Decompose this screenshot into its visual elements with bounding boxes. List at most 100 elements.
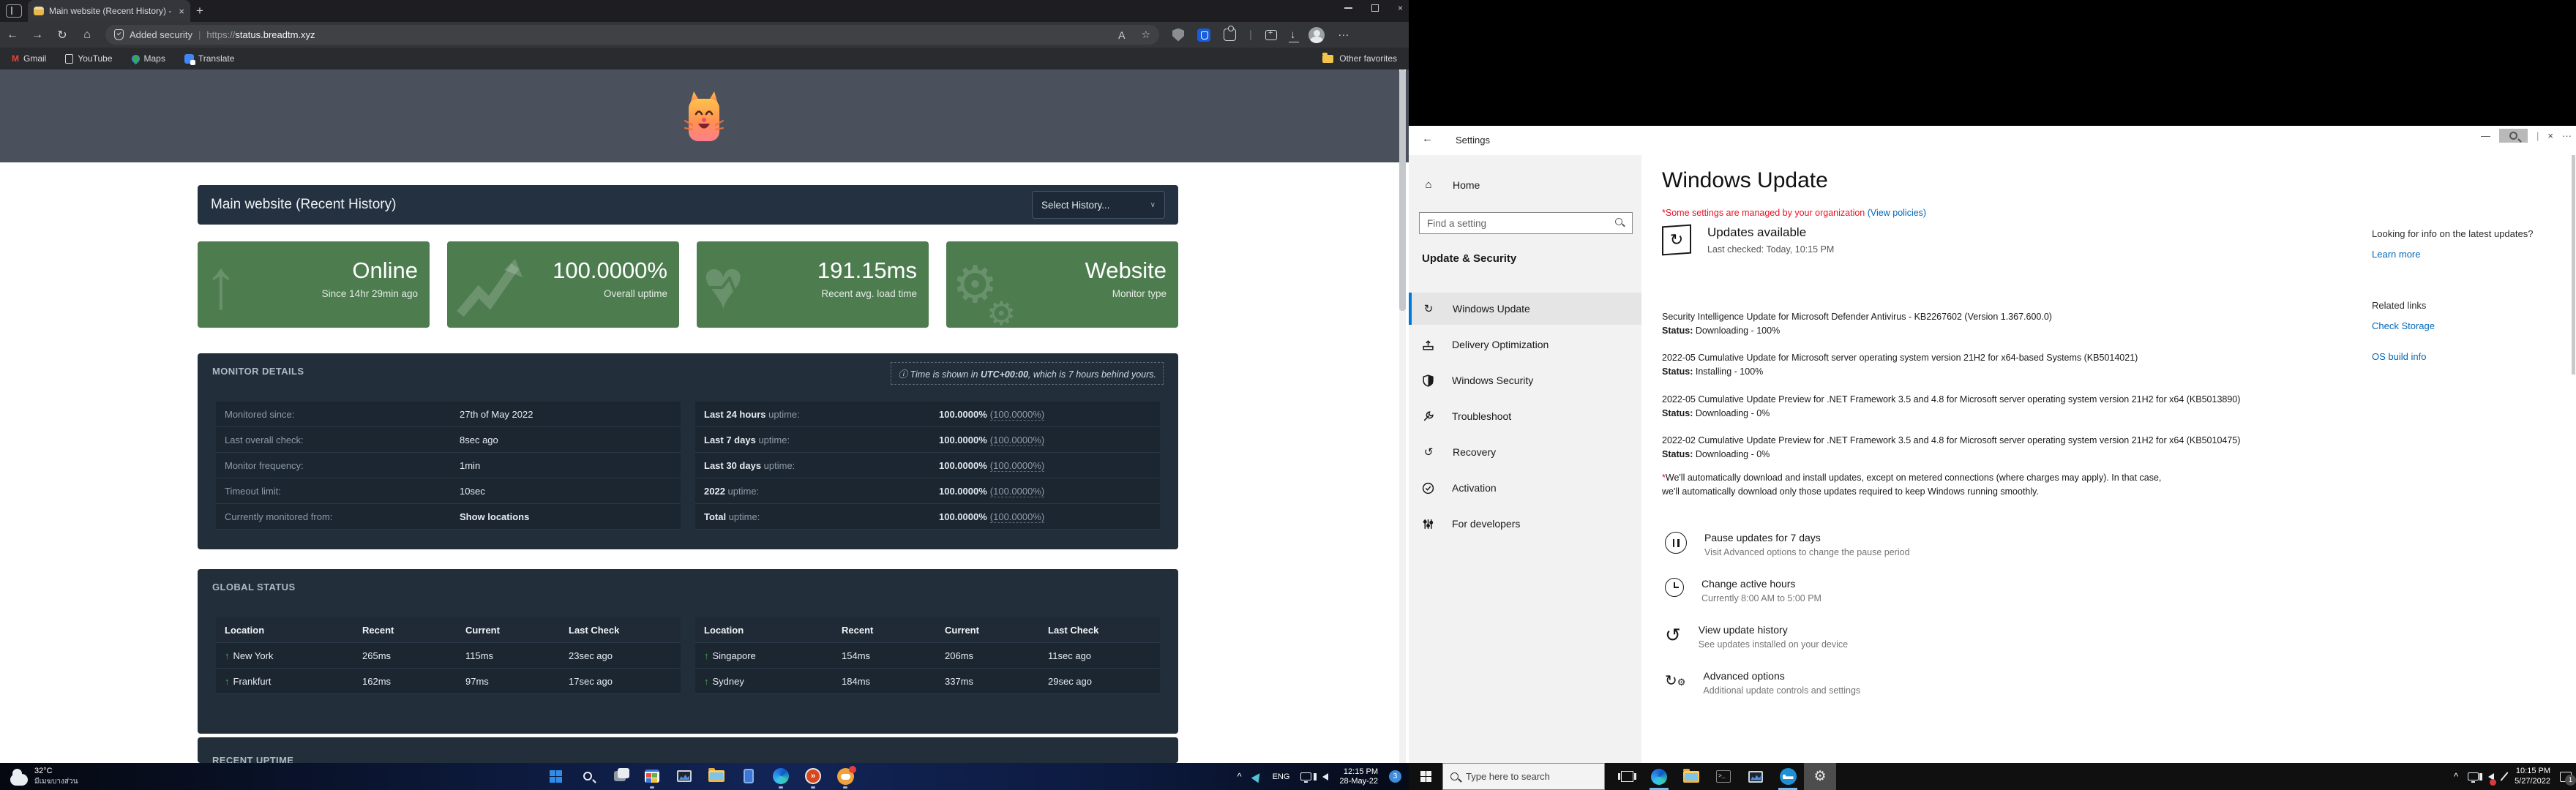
extensions-puzzle-icon[interactable] xyxy=(1224,29,1236,41)
shield-icon xyxy=(1422,375,1434,387)
tab-actions-icon[interactable] xyxy=(6,4,22,18)
tray-chevron-icon[interactable]: ^ xyxy=(2454,771,2458,782)
settings-button[interactable]: ⚙ xyxy=(1804,763,1836,790)
zoom-button[interactable] xyxy=(2499,129,2528,143)
forward-icon[interactable]: → xyxy=(25,29,50,42)
back-arrow-icon[interactable]: ← xyxy=(1422,132,1433,145)
view-policies-link[interactable]: (View policies) xyxy=(1868,208,1926,218)
os-build-info-link[interactable]: OS build info xyxy=(2372,351,2426,362)
profile-avatar[interactable] xyxy=(1308,27,1325,43)
page-scrollbar-thumb[interactable] xyxy=(1399,69,1406,311)
pen-icon[interactable] xyxy=(2500,772,2508,781)
edge-button[interactable] xyxy=(1643,763,1675,790)
update-name: Security Intelligence Update for Microso… xyxy=(1662,310,2052,324)
bookmark-gmail[interactable]: MGmail xyxy=(12,53,46,64)
reload-icon[interactable]: ↻ xyxy=(50,28,75,42)
volume-muted-icon[interactable] xyxy=(2488,773,2494,780)
settings-scrollbar[interactable] xyxy=(2572,155,2575,375)
search-button[interactable] xyxy=(577,765,599,787)
address-bar[interactable]: Added security | https://status.breadtm.… xyxy=(105,25,1159,45)
task-manager-button[interactable] xyxy=(673,765,695,787)
minimize-icon[interactable] xyxy=(1344,7,1352,9)
tray-clock[interactable]: 10:15 PM5/27/2022 xyxy=(2515,767,2550,786)
file-explorer-button[interactable] xyxy=(705,765,727,787)
notification-badge[interactable]: 3 xyxy=(1389,770,1401,783)
action-subtitle: See updates installed on your device xyxy=(1699,639,1848,650)
sidebar-item-for-developers[interactable]: For developers xyxy=(1409,508,1641,540)
select-history-dropdown[interactable]: Select History... ∨ xyxy=(1032,191,1165,219)
new-tab-button[interactable]: + xyxy=(196,4,203,18)
task-view-button[interactable] xyxy=(1611,763,1643,790)
task-view-button[interactable] xyxy=(609,765,631,787)
browser-tab[interactable]: Main website (Recent History) - B × xyxy=(28,0,190,22)
weather-widget[interactable]: 32°Cมีเมฆบางส่วน xyxy=(10,766,78,787)
sidebar-item-label: Recovery xyxy=(1453,446,1496,458)
tray-chevron-icon[interactable]: ^ xyxy=(1237,771,1241,782)
tab-close-icon[interactable]: × xyxy=(179,6,184,17)
bookmark-translate[interactable]: Translate xyxy=(184,53,235,64)
language-indicator[interactable]: ENG xyxy=(1273,772,1290,781)
home-icon[interactable]: ⌂ xyxy=(75,29,100,42)
add-favorite-star-icon[interactable]: ☆ xyxy=(1141,29,1150,41)
read-aloud-icon[interactable]: A xyxy=(1118,29,1125,41)
pause-updates-action[interactable]: Pause updates for 7 daysVisit Advanced o… xyxy=(1665,532,1910,557)
sidebar-item-troubleshoot[interactable]: Troubleshoot xyxy=(1409,400,1641,432)
bookmark-youtube[interactable]: YouTube xyxy=(65,53,112,64)
close-icon[interactable]: × xyxy=(1398,3,1403,13)
edge-button[interactable] xyxy=(770,765,792,787)
docker-button[interactable] xyxy=(1772,763,1804,790)
page-title: Main website (Recent History) xyxy=(211,197,396,213)
action-center-icon[interactable]: 1 xyxy=(2560,772,2572,782)
collections-icon[interactable] xyxy=(1265,30,1277,40)
remote-desktop-button[interactable]: » xyxy=(802,765,824,787)
running-indicator xyxy=(811,786,815,789)
browser-menu-icon[interactable]: ··· xyxy=(1338,29,1349,41)
security-chip-label[interactable]: Added security xyxy=(130,29,192,40)
other-favorites-button[interactable]: Other favorites xyxy=(1322,53,1397,64)
change-active-hours-action[interactable]: Change active hoursCurrently 8:00 AM to … xyxy=(1665,578,1821,603)
maximize-icon[interactable] xyxy=(1371,4,1379,12)
adblock-extension-icon[interactable] xyxy=(1172,29,1184,42)
learn-more-link[interactable]: Learn more xyxy=(2372,249,2420,260)
sidebar-item-windows-update[interactable]: ↻ Windows Update xyxy=(1409,293,1641,325)
downloads-icon[interactable]: ↓ xyxy=(1290,29,1296,41)
sidebar-item-home[interactable]: ⌂ Home xyxy=(1422,178,1480,191)
command-prompt-button[interactable]: >_ xyxy=(1707,763,1740,790)
browser-toolbar: ← → ↻ ⌂ Added security | https://status.… xyxy=(0,22,1409,48)
file-explorer-button[interactable] xyxy=(1675,763,1707,790)
close-icon[interactable]: × xyxy=(2547,130,2553,141)
volume-icon[interactable] xyxy=(1322,773,1328,780)
security-shield-icon[interactable] xyxy=(114,29,124,40)
sidebar-item-windows-security[interactable]: Windows Security xyxy=(1409,364,1641,396)
recent-ms: 265ms xyxy=(362,650,465,661)
sidebar-item-delivery-optimization[interactable]: Delivery Optimization xyxy=(1409,328,1641,361)
url-host[interactable]: status.breadtm.xyz xyxy=(235,29,315,40)
advanced-options-action[interactable]: ↻⚙ Advanced optionsAdditional update con… xyxy=(1665,670,1860,696)
more-icon[interactable]: ··· xyxy=(2562,130,2572,141)
tray-clock[interactable]: 12:15 PM28-May-22 xyxy=(1339,767,1378,786)
check-storage-link[interactable]: Check Storage xyxy=(2372,320,2435,331)
minimize-icon[interactable]: — xyxy=(2481,130,2490,141)
view-update-history-action[interactable]: ↺ View update historySee updates install… xyxy=(1665,624,1848,650)
sidebar-item-recovery[interactable]: ↺ Recovery xyxy=(1409,436,1641,468)
status-value: Installing - 100% xyxy=(1693,366,1763,377)
bookmark-maps[interactable]: Maps xyxy=(132,53,165,64)
task-manager-button[interactable] xyxy=(1740,763,1772,790)
start-button[interactable] xyxy=(1409,763,1442,790)
start-button[interactable] xyxy=(544,765,566,787)
show-locations-link[interactable]: Show locations xyxy=(460,511,672,522)
tray-date: 28-May-22 xyxy=(1339,777,1378,786)
store-button[interactable] xyxy=(641,765,663,787)
network-icon[interactable] xyxy=(1300,772,1311,780)
location-arrow-icon[interactable] xyxy=(1251,770,1263,783)
phone-link-button[interactable] xyxy=(738,765,760,787)
discord-button[interactable] xyxy=(834,765,856,787)
detail-label: Monitor frequency: xyxy=(225,460,304,471)
network-icon[interactable] xyxy=(2468,772,2479,780)
update-name: 2022-02 Cumulative Update Preview for .N… xyxy=(1662,434,2240,448)
back-icon[interactable]: ← xyxy=(0,29,25,42)
password-manager-extension-icon[interactable] xyxy=(1197,29,1210,42)
sidebar-item-activation[interactable]: Activation xyxy=(1409,472,1641,504)
taskbar-search-box[interactable]: Type here to search xyxy=(1442,763,1605,790)
find-a-setting-input[interactable] xyxy=(1419,212,1633,234)
